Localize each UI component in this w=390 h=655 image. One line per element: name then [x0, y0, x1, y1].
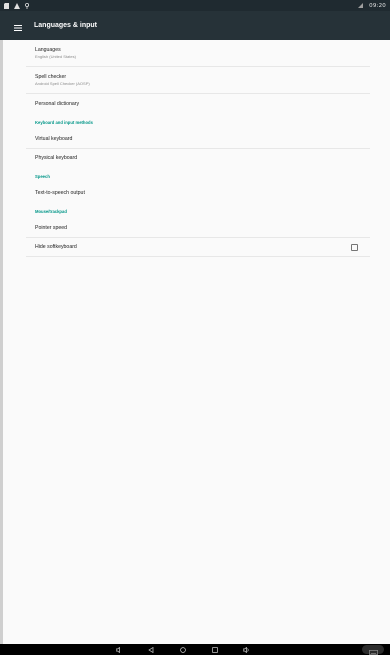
pref-title: Personal dictionary: [35, 100, 80, 107]
volume-up-button[interactable]: [240, 644, 252, 655]
pref-summary: Android Spell Checker (AOSP): [35, 80, 90, 86]
pref-title: Virtual keyboard: [35, 135, 73, 142]
category-mouse: Mouse/trackpad: [35, 208, 67, 214]
preferences-list: Languages English (United States) Spell …: [26, 40, 370, 257]
volume-down-button[interactable]: [113, 644, 125, 655]
pref-physical-keyboard[interactable]: Physical keyboard: [26, 149, 370, 168]
home-icon: [180, 646, 186, 653]
recents-icon: [212, 646, 218, 653]
app-toolbar: Languages & input: [0, 11, 390, 40]
pref-title: Hide softkeyboard: [35, 243, 77, 250]
pref-title: Pointer speed: [35, 224, 68, 231]
status-left-icons: [4, 2, 29, 9]
category-speech: Speech: [35, 173, 50, 179]
keyboard-switcher-button[interactable]: [362, 645, 384, 655]
volume-up-icon: [242, 646, 250, 653]
status-bar: 09:20: [0, 0, 390, 11]
pref-personal-dictionary[interactable]: Personal dictionary: [26, 94, 370, 114]
status-right: 09:20: [358, 3, 386, 9]
pref-pointer-speed[interactable]: Pointer speed: [26, 219, 370, 238]
page-title: Languages & input: [34, 22, 97, 29]
hide-softkeyboard-checkbox[interactable]: [351, 244, 358, 251]
pref-virtual-keyboard[interactable]: Virtual keyboard: [26, 130, 370, 149]
pref-hide-softkeyboard[interactable]: Hide softkeyboard: [26, 238, 370, 257]
keyboard-icon: [368, 640, 378, 655]
category-keyboard: Keyboard and input methods: [35, 119, 93, 125]
recents-button[interactable]: [209, 644, 221, 655]
pref-spell-checker[interactable]: Spell checker Android Spell Checker (AOS…: [26, 67, 370, 94]
menu-icon: [14, 16, 22, 35]
warning-icon: [14, 2, 20, 9]
left-edge: [0, 0, 3, 655]
sd-card-icon: [4, 2, 9, 9]
pref-summary: English (United States): [35, 53, 76, 59]
pref-tts-output[interactable]: Text-to-speech output: [26, 184, 370, 203]
menu-button[interactable]: [8, 16, 28, 36]
pref-title: Spell checker: [35, 73, 67, 80]
pref-title: Languages: [35, 46, 61, 53]
pref-title: Text-to-speech output: [35, 190, 85, 196]
screen: 09:20 Languages & input Languages Englis…: [0, 0, 390, 655]
status-time: 09:20: [369, 2, 386, 9]
back-button[interactable]: [145, 644, 157, 655]
home-button[interactable]: [177, 644, 189, 655]
back-icon: [148, 646, 154, 653]
volume-down-icon: [116, 646, 122, 653]
pref-languages[interactable]: Languages English (United States): [26, 40, 370, 67]
signal-icon: [358, 3, 364, 8]
location-icon: [25, 2, 29, 9]
navigation-bar: [0, 644, 390, 655]
pref-title: Physical keyboard: [35, 155, 78, 161]
